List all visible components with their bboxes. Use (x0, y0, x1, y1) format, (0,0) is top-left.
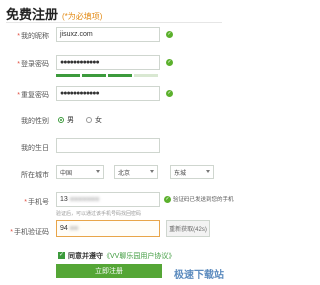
sms-code-label-text: 手机验证码 (14, 229, 49, 236)
password-label-text: 登录密码 (21, 61, 49, 68)
district-value: 东城 (174, 170, 187, 177)
user-agreement-link[interactable]: 《VV聊乐园用户协议》 (103, 253, 175, 260)
strength-bar-4 (134, 74, 158, 77)
page-title: 免费注册 (*为必填项) (6, 4, 102, 23)
phone-valid-icon: ✓ (164, 196, 171, 203)
agree-checkbox[interactable]: ✓ (58, 252, 65, 259)
required-star: * (17, 33, 20, 40)
agreement-prefix: 同意并遵守 (68, 253, 103, 260)
agreement-text: 同意并遵守《VV聊乐园用户协议》 (68, 251, 175, 261)
chevron-down-icon (150, 170, 154, 173)
gender-label-text: 我的性别 (21, 118, 49, 125)
password-value: ●●●●●●●●●●●● (60, 59, 100, 66)
required-star: * (17, 92, 20, 99)
confirm-password-value: ●●●●●●●●●●●● (60, 90, 100, 97)
required-star: * (17, 61, 20, 68)
gender-label: 我的性别 (4, 116, 49, 126)
city-label: 所在城市 (4, 170, 49, 180)
chevron-down-icon (96, 170, 100, 173)
phone-value: 13 (60, 196, 68, 203)
city-label-text: 所在城市 (21, 172, 49, 179)
gender-male-label: 男 (67, 117, 74, 124)
required-star: * (24, 199, 27, 206)
province-value: 北京 (118, 170, 131, 177)
nickname-value: jisuxz.com (60, 31, 93, 38)
chevron-down-icon (206, 170, 210, 173)
strength-bar-2 (82, 74, 106, 77)
phone-recovery-hint: 验证后，可以通过该手机号码找回密码 (56, 211, 142, 217)
register-button[interactable]: 立即注册 (56, 264, 162, 278)
gender-female-radio[interactable] (86, 117, 92, 123)
nickname-valid-icon: ✓ (166, 31, 173, 38)
password-input[interactable]: ●●●●●●●●●●●● (56, 55, 160, 70)
sms-code-value: 94 (60, 225, 68, 232)
birthday-label: 我的生日 (4, 143, 49, 153)
confirm-password-valid-icon: ✓ (166, 90, 173, 97)
gender-male-radio[interactable] (58, 117, 64, 123)
sms-code-input[interactable]: 94 ●● (56, 220, 160, 237)
country-value: 中国 (60, 170, 73, 177)
strength-bar-1 (56, 74, 80, 77)
birthday-input[interactable] (56, 138, 160, 153)
phone-redacted: ●●●●●●● (69, 196, 100, 203)
nickname-label-text: 我的昵称 (21, 33, 49, 40)
sms-sent-hint: 验证码已发送到您的手机 (173, 197, 234, 203)
watermark: 极速下载站 (174, 270, 224, 281)
phone-label-text: 手机号 (28, 199, 49, 206)
sms-code-redacted: ●● (69, 225, 79, 232)
birthday-label-text: 我的生日 (21, 145, 49, 152)
password-label: *登录密码 (4, 59, 49, 69)
divider (6, 22, 222, 23)
phone-input[interactable]: 13 ●●●●●●● (56, 192, 160, 207)
confirm-password-label-text: 重复密码 (21, 92, 49, 99)
confirm-password-input[interactable]: ●●●●●●●●●●●● (56, 86, 160, 101)
resend-code-label: 重新获取(42s) (169, 227, 207, 233)
required-note: (*为必填项) (62, 12, 103, 21)
required-star: * (10, 229, 13, 236)
password-valid-icon: ✓ (166, 59, 173, 66)
gender-female-label: 女 (95, 117, 102, 124)
phone-label: *手机号 (4, 197, 49, 207)
district-select[interactable]: 东城 (170, 165, 214, 179)
sms-code-label: *手机验证码 (4, 227, 49, 237)
register-button-label: 立即注册 (95, 268, 123, 275)
nickname-input[interactable]: jisuxz.com (56, 27, 160, 42)
page-title-text: 免费注册 (6, 7, 59, 22)
resend-code-button[interactable]: 重新获取(42s) (166, 220, 210, 237)
province-select[interactable]: 北京 (114, 165, 158, 179)
country-select[interactable]: 中国 (56, 165, 104, 179)
strength-bar-3 (108, 74, 132, 77)
nickname-label: *我的昵称 (4, 31, 49, 41)
confirm-password-label: *重复密码 (4, 90, 49, 100)
